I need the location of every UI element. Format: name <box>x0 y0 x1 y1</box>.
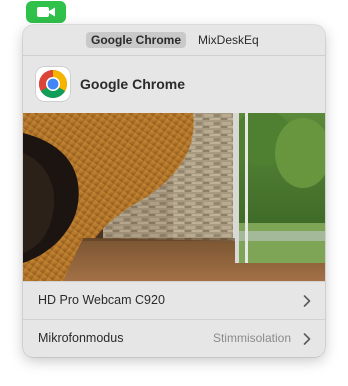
mic-mode-value: Stimmisolation <box>212 331 291 345</box>
mic-mode-row[interactable]: Mikrofonmodus Stimmisolation <box>23 319 325 357</box>
app-tabs: Google Chrome MixDeskEq <box>23 25 325 56</box>
video-camera-indicator[interactable] <box>26 1 66 23</box>
camera-source-row[interactable]: HD Pro Webcam C920 <box>23 281 325 320</box>
app-name: Google Chrome <box>80 76 186 92</box>
app-header: Google Chrome <box>23 56 325 112</box>
chrome-logo-icon <box>36 67 70 101</box>
camera-source-label: HD Pro Webcam C920 <box>38 293 165 307</box>
tab-mixdeskeq[interactable]: MixDeskEq <box>193 32 264 48</box>
tab-google-chrome[interactable]: Google Chrome <box>86 32 187 48</box>
chevron-right-icon <box>303 333 311 345</box>
camera-popover: Google Chrome MixDeskEq Google Chrome HD… <box>23 25 325 357</box>
mic-mode-label: Mikrofonmodus <box>38 331 124 345</box>
camera-preview-image <box>23 113 325 281</box>
chevron-right-icon <box>303 295 311 307</box>
video-camera-icon <box>37 7 55 17</box>
